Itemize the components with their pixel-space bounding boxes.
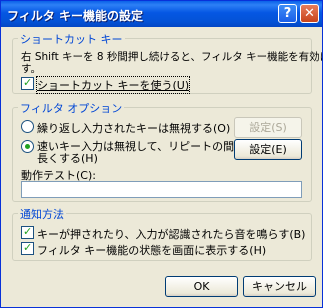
filter-options-group: フィルタ オプション 繰り返し入力されたキーは無視する(O) 設定(S) 速いキ… [12, 100, 312, 202]
notification-group: 通知方法 ✓ キーが押されたり、入力が認識されたら音を鳴らす(B) ✓ フィルタ… [12, 206, 312, 261]
shortcut-description-line2: す。 [21, 63, 41, 75]
shortcut-key-group-title: ショートカット キー [18, 31, 125, 47]
use-shortcut-label[interactable]: ショートカット キーを使う(U) [35, 76, 191, 94]
use-shortcut-checkbox[interactable]: ✓ [21, 76, 34, 90]
show-status-label[interactable]: フィルタ キー機能の状態を画面に表示する(H) [37, 242, 266, 258]
shortcut-key-group: ショートカット キー 右 Shift キーを 8 秒間押し続けると、フィルタ キ… [12, 31, 322, 94]
notification-group-title: 通知方法 [18, 206, 66, 222]
help-icon: ? [283, 6, 292, 21]
beep-checkbox[interactable]: ✓ [21, 225, 34, 239]
window-title: フィルタ キー機能の設定 [7, 9, 143, 23]
close-icon: ✕ [304, 6, 315, 21]
settings-e-button[interactable]: 設定(E) [234, 139, 302, 160]
ignore-quick-radio[interactable] [21, 140, 34, 153]
radio-selected-dot-icon [25, 144, 30, 149]
title-bar[interactable]: フィルタ キー機能の設定 ? ✕ [1, 1, 322, 27]
settings-s-button[interactable]: 設定(S) [234, 117, 302, 138]
ok-button[interactable]: OK [165, 276, 238, 297]
help-button[interactable]: ? [278, 4, 297, 23]
check-mark-icon: ✓ [23, 225, 33, 238]
close-button[interactable]: ✕ [300, 4, 319, 23]
ignore-quick-label-line2[interactable]: 長くする(H) [37, 150, 98, 166]
filter-keys-settings-dialog: フィルタ キー機能の設定 ? ✕ ショートカット キー 右 Shift キーを … [0, 0, 323, 308]
cancel-button[interactable]: キャンセル [243, 276, 316, 297]
check-mark-icon: ✓ [23, 76, 33, 89]
test-input[interactable] [21, 181, 302, 198]
beep-label[interactable]: キーが押されたり、入力が認識されたら音を鳴らす(B) [37, 226, 305, 242]
ignore-repeat-label[interactable]: 繰り返し入力されたキーは無視する(O) [37, 120, 230, 136]
shortcut-description-line1: 右 Shift キーを 8 秒間押し続けると、フィルタ キー機能を有効にしま [21, 51, 323, 63]
show-status-checkbox[interactable]: ✓ [21, 241, 34, 255]
ignore-repeat-radio[interactable] [21, 120, 34, 133]
filter-options-group-title: フィルタ オプション [18, 100, 125, 116]
check-mark-icon: ✓ [23, 241, 33, 254]
